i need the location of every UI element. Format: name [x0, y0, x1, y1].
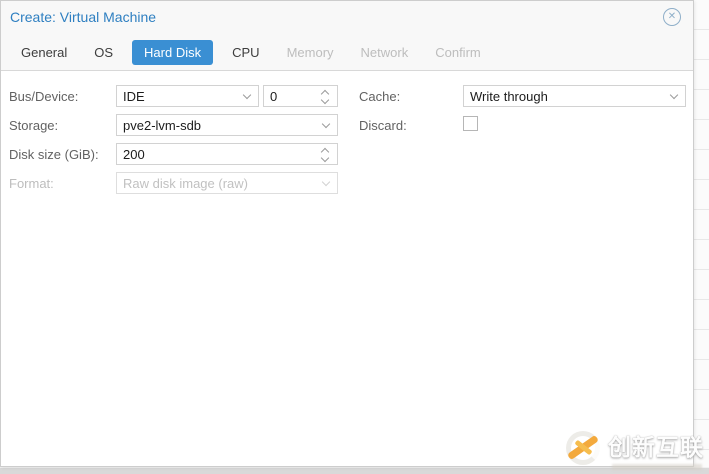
dialog-title: Create: Virtual Machine [10, 9, 157, 25]
close-icon[interactable]: ✕ [663, 8, 681, 26]
chevron-down-icon [669, 90, 679, 100]
chevron-down-icon [321, 119, 331, 129]
bus-device-number-input[interactable] [264, 86, 313, 106]
cache-combo[interactable]: Write through [463, 85, 686, 107]
disk-size-label: Disk size (GiB): [9, 147, 99, 162]
storage-combo[interactable]: pve2-lvm-sdb [116, 114, 338, 136]
chevron-down-icon [242, 90, 252, 100]
tab-network: Network [360, 44, 409, 60]
discard-label: Discard: [359, 118, 407, 133]
format-combo: Raw disk image (raw) [116, 172, 338, 194]
bus-device-label: Bus/Device: [9, 89, 79, 104]
tab-os[interactable]: OS [94, 40, 113, 65]
background-grid-rows [694, 0, 709, 467]
cache-label: Cache: [359, 89, 401, 104]
spin-down-icon[interactable] [320, 95, 330, 105]
tab-memory: Memory [286, 44, 334, 60]
background-bottom-strip [0, 467, 709, 474]
chevron-down-icon [321, 177, 331, 187]
tab-general[interactable]: General [21, 40, 67, 65]
tab-confirm: Confirm [435, 44, 481, 60]
format-label: Format: [9, 176, 54, 191]
bus-device-number-stepper[interactable] [263, 85, 338, 107]
dialog-header: Create: Virtual Machine ✕ [1, 1, 693, 34]
disk-size-input[interactable] [117, 144, 313, 164]
format-value: Raw disk image (raw) [123, 176, 248, 191]
wizard-tab-bar: General OS Hard Disk CPU Memory Network … [1, 34, 693, 71]
bus-device-combo[interactable]: IDE [116, 85, 259, 107]
spinner-arrows-icon[interactable] [320, 89, 330, 105]
discard-checkbox[interactable] [463, 116, 478, 131]
tab-cpu[interactable]: CPU [232, 40, 259, 65]
bus-device-value: IDE [123, 89, 145, 104]
hard-disk-form: Bus/Device: IDE Storage: pve2-lvm-sdb Di… [1, 72, 693, 466]
storage-value: pve2-lvm-sdb [123, 118, 202, 133]
cache-value: Write through [470, 89, 548, 104]
create-vm-dialog: Create: Virtual Machine ✕ General OS Har… [0, 0, 694, 467]
tab-hard-disk[interactable]: Hard Disk [132, 39, 214, 65]
disk-size-stepper[interactable] [116, 143, 338, 165]
spinner-arrows-icon[interactable] [320, 147, 330, 163]
spin-down-icon[interactable] [320, 153, 330, 163]
storage-label: Storage: [9, 118, 59, 133]
